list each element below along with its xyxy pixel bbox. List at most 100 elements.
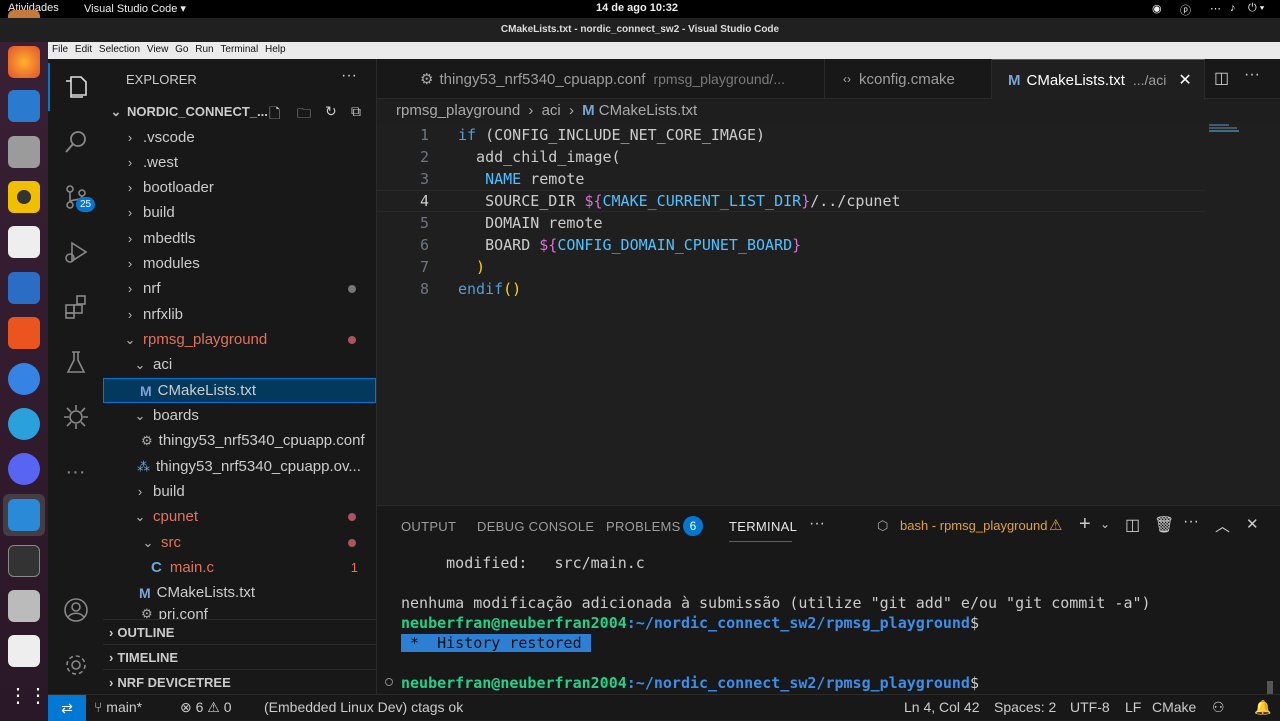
tree-item-cmakelists-aci[interactable]: M CMakeLists.txt (103, 378, 376, 403)
terminal-name[interactable]: bash - rpmsg_playground (900, 518, 1047, 533)
tree-item-modules[interactable]: › modules (103, 251, 376, 276)
menu-go[interactable]: Go (175, 42, 188, 57)
tree-item-rpmsg-playground[interactable]: ⌄ rpmsg_playground (103, 327, 376, 352)
menu-view[interactable]: View (147, 42, 169, 57)
image-viewer-icon[interactable] (8, 590, 40, 622)
tree-item-conf[interactable]: ⚙ thingy53_nrf5340_cpuapp.conf (103, 428, 376, 453)
more-views-icon[interactable]: ··· (48, 448, 103, 496)
menu-run[interactable]: Run (195, 42, 213, 57)
show-apps-icon[interactable]: ⋮⋮⋮ (8, 680, 68, 712)
tree-item-src[interactable]: ⌄ src (103, 530, 376, 555)
explorer-more-icon[interactable]: ··· (341, 67, 357, 85)
nrf-connect-icon[interactable] (48, 393, 103, 441)
close-panel-icon[interactable]: ✕ (1246, 515, 1259, 533)
menu-edit[interactable]: Edit (75, 42, 92, 57)
rhythmbox-icon[interactable] (8, 181, 40, 213)
terminal-scrollbar[interactable] (1267, 681, 1273, 695)
minimap[interactable] (1209, 124, 1243, 134)
tab-kconfig-cmake[interactable]: ‹› kconfig.cmake (825, 59, 992, 99)
vpn-tray-icon[interactable]: ⓟ (1180, 2, 1191, 18)
branch-status[interactable]: ⑂ main* (94, 699, 142, 715)
tree-item-prj-conf[interactable]: ⚙ prj.conf (103, 606, 376, 620)
terminal-more-icon[interactable]: ··· (1183, 513, 1199, 531)
terminal-prompt-current[interactable]: neuberfran@neuberfran2004:~/nordic_conne… (401, 674, 979, 692)
tab-thingy53-conf[interactable]: ⚙ thingy53_nrf5340_cpuapp.conf rpmsg_pla… (400, 59, 825, 99)
files-icon[interactable] (8, 136, 40, 168)
maximize-panel-icon[interactable]: ︿ (1215, 515, 1230, 536)
text-editor-icon[interactable] (8, 226, 40, 258)
code-editor[interactable]: 1 2 3 4 5 6 7 8 if (CONFIG_INCLUDE_NET_C… (377, 122, 1280, 505)
thunderbird-icon[interactable] (8, 90, 40, 122)
panel-more-icon[interactable]: ··· (809, 515, 825, 533)
network-icon[interactable]: ⋯ (1210, 2, 1221, 15)
tab-debug-console[interactable]: DEBUG CONSOLE (477, 519, 594, 534)
chevron-down-icon[interactable]: ⌄ (1100, 517, 1110, 531)
chrome-tray-icon[interactable]: ◉ (1152, 2, 1162, 15)
notes-icon[interactable] (8, 635, 40, 667)
tree-item-overlay[interactable]: ⁂ thingy53_nrf5340_cpuapp.ov... (103, 454, 376, 479)
eol-status[interactable]: LF (1125, 699, 1141, 715)
outline-section[interactable]: › OUTLINE (103, 619, 376, 644)
new-folder-icon[interactable]: 🗀 (297, 103, 311, 127)
discord-icon[interactable] (8, 453, 40, 485)
account-icon[interactable] (48, 586, 103, 634)
tree-item-west[interactable]: › .west (103, 150, 376, 175)
testing-icon[interactable] (48, 338, 103, 386)
split-terminal-icon[interactable]: ◫ (1125, 515, 1140, 535)
editor-more-icon[interactable]: ··· (1244, 66, 1260, 84)
telegram-icon[interactable] (8, 408, 40, 440)
tree-item-aci[interactable]: ⌄ aci (103, 352, 376, 377)
source-control-icon[interactable]: 25 (48, 173, 103, 221)
volume-icon[interactable]: ♪ (1230, 2, 1236, 14)
encoding-status[interactable]: UTF-8 (1070, 699, 1110, 715)
writer-icon[interactable] (8, 272, 40, 304)
tree-item-main-c[interactable]: Cmain.c 1 (103, 555, 376, 580)
breadcrumb-subfolder[interactable]: aci (542, 102, 561, 119)
new-terminal-icon[interactable]: + (1079, 513, 1091, 536)
tree-item-vscode[interactable]: › .vscode (103, 125, 376, 150)
manage-gear-icon[interactable] (48, 641, 103, 689)
refresh-icon[interactable]: ↻ (325, 103, 337, 120)
problems-status[interactable]: ⊗ 6 ⚠ 0 (180, 699, 232, 716)
tree-item-nrf[interactable]: › nrf (103, 276, 376, 301)
menu-selection[interactable]: Selection (99, 42, 140, 57)
split-editor-icon[interactable]: ◫ (1214, 68, 1229, 88)
menu-file[interactable]: File (52, 42, 68, 57)
language-status[interactable]: CMake (1152, 699, 1196, 715)
command-decoration-icon[interactable] (385, 678, 393, 686)
tab-terminal[interactable]: TERMINAL (729, 519, 797, 534)
tree-item-mbedtls[interactable]: › mbedtls (103, 226, 376, 251)
nrf-devicetree-section[interactable]: › NRF DEVICETREE (103, 669, 376, 694)
timeline-section[interactable]: › TIMELINE (103, 644, 376, 669)
app-menu[interactable]: Visual Studio Code ▾ (84, 2, 186, 15)
tree-item-cpunet[interactable]: ⌄ cpunet (103, 504, 376, 529)
terminal-icon[interactable] (8, 545, 40, 577)
extensions-icon[interactable] (48, 283, 103, 331)
tree-item-build[interactable]: › build (103, 200, 376, 225)
task-status[interactable]: (Embedded Linux Dev) ctags ok (264, 699, 463, 715)
help-icon[interactable] (8, 363, 40, 395)
remote-indicator-icon[interactable]: ⇄ (48, 695, 86, 721)
menu-terminal[interactable]: Terminal (220, 42, 258, 57)
tree-item-bootloader[interactable]: › bootloader (103, 175, 376, 200)
tree-item-cmakelists-cpunet[interactable]: M CMakeLists.txt (103, 580, 376, 605)
tab-cmakelists-active[interactable]: M CMakeLists.txt .../aci ✕ (992, 59, 1205, 100)
firefox-icon[interactable] (8, 46, 40, 78)
breadcrumb-folder[interactable]: rpmsg_playground (396, 102, 520, 119)
copilot-icon[interactable]: ⚇ (1212, 699, 1225, 716)
close-tab-icon[interactable]: ✕ (1178, 70, 1191, 90)
tab-problems[interactable]: PROBLEMS (606, 519, 681, 534)
vscode-icon[interactable] (8, 499, 40, 531)
tree-item-boards[interactable]: ⌄ boards (103, 403, 376, 428)
tab-output[interactable]: OUTPUT (401, 519, 456, 534)
explorer-icon[interactable] (48, 63, 103, 111)
collapse-all-icon[interactable]: ⧉ (351, 103, 361, 120)
menu-help[interactable]: Help (265, 42, 286, 57)
indentation-status[interactable]: Spaces: 2 (994, 699, 1056, 715)
notifications-bell-icon[interactable]: 🔔 (1254, 699, 1271, 716)
new-file-icon[interactable]: 🗋 (269, 103, 280, 127)
search-icon[interactable] (48, 118, 103, 166)
cursor-position[interactable]: Ln 4, Col 42 (904, 699, 980, 715)
software-center-icon[interactable] (8, 317, 40, 349)
breadcrumb-file[interactable]: CMakeLists.txt (599, 102, 697, 119)
